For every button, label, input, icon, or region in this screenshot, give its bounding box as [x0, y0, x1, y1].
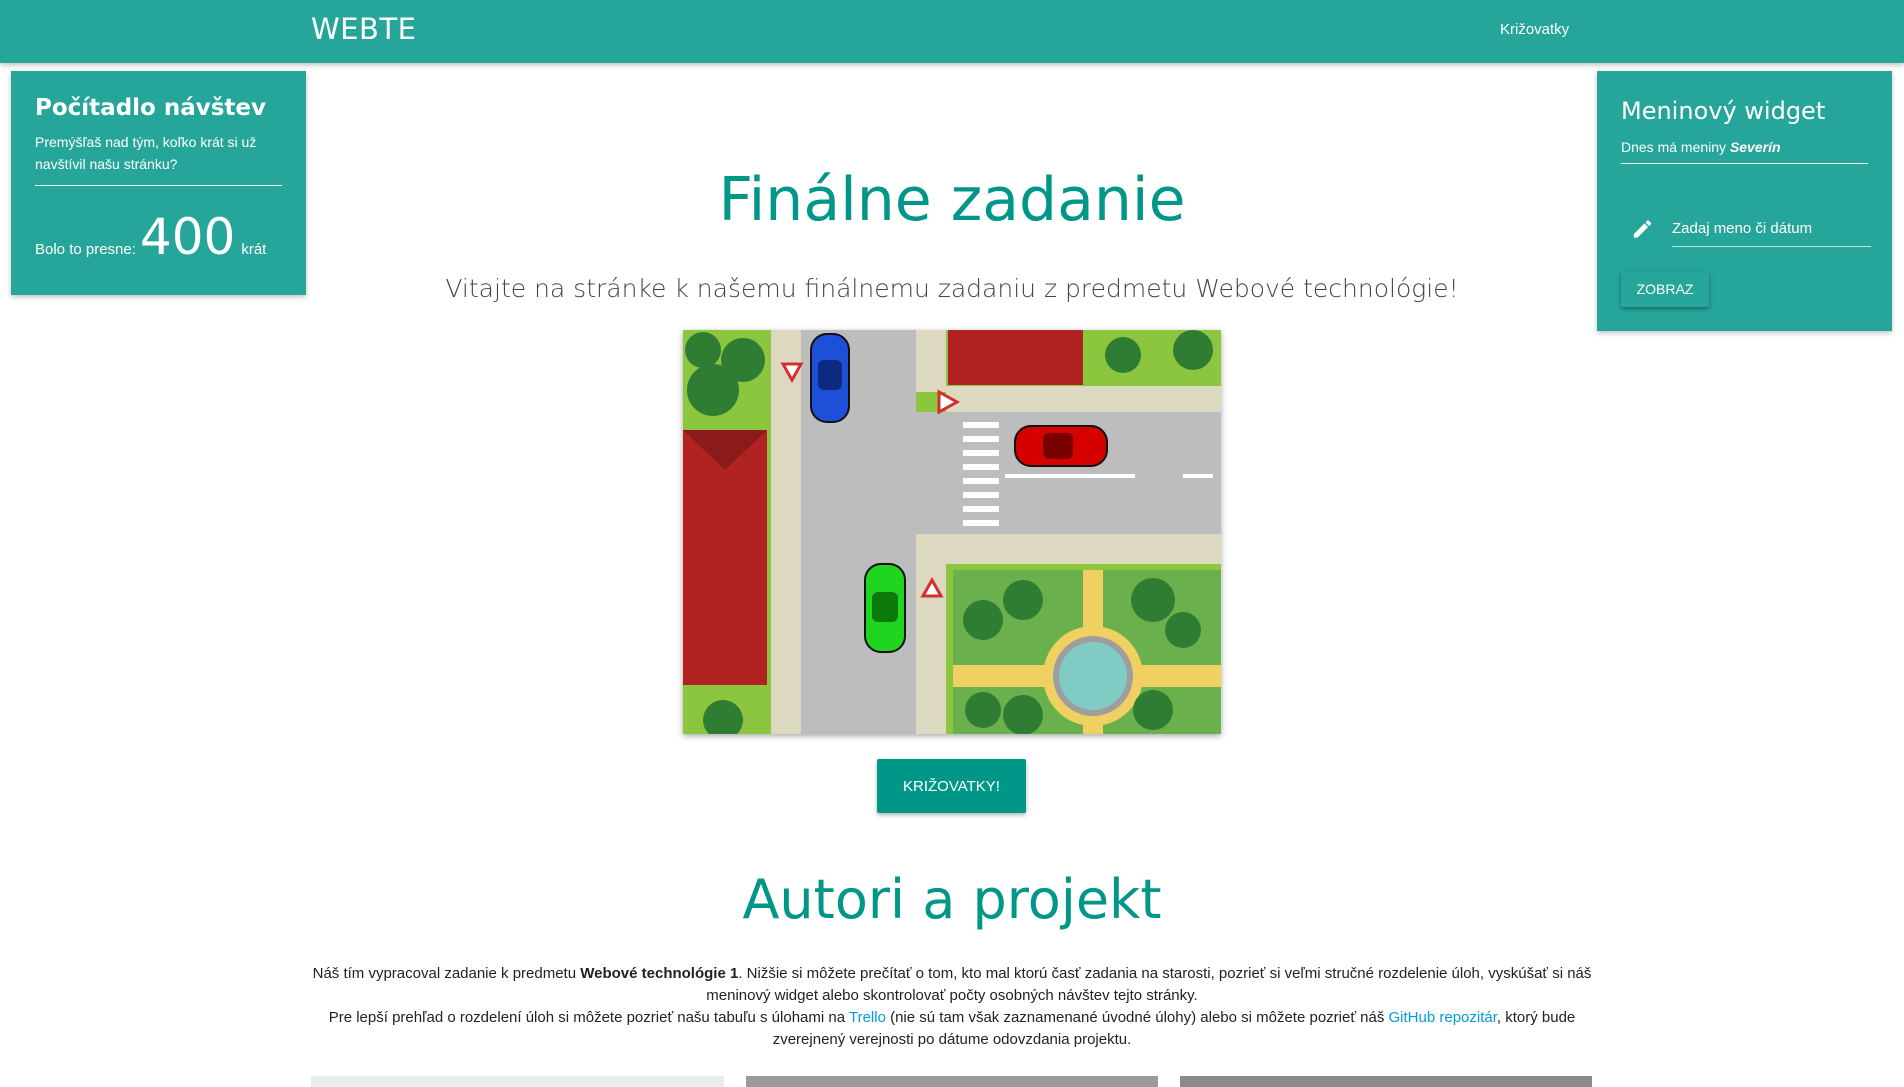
today-name-day: Dnes má meniny Severín — [1621, 139, 1868, 164]
github-link[interactable]: GitHub repozitár — [1389, 1009, 1497, 1026]
about-p1-course: Webové technológie 1 — [580, 965, 739, 982]
blue-car-icon — [810, 333, 850, 423]
page-subtitle: Vitajte na stránke k našemu finálnemu za… — [445, 274, 1459, 303]
today-prefix: Dnes má meniny — [1621, 139, 1727, 155]
counter-prefix: Bolo to presne: — [35, 241, 136, 258]
trello-link[interactable]: Trello — [849, 1009, 886, 1026]
about-title: Autori a projekt — [742, 868, 1162, 931]
top-navbar: WEBTE Križovatky — [0, 0, 1904, 63]
about-p2-middle: (nie sú tam však zaznamenané úvodné úloh… — [885, 1009, 1389, 1026]
about-p1-after: . Nižšie si môžete prečítať o tom, kto m… — [706, 965, 1592, 1004]
brand-logo[interactable]: WEBTE — [311, 12, 416, 46]
intersection-illustration — [683, 330, 1221, 734]
about-paragraph: Náš tím vypracoval zadanie k predmetu We… — [311, 963, 1593, 1051]
about-p2-before: Pre lepší prehľad o rozdelení úloh si mô… — [328, 1009, 849, 1026]
page-title: Finálne zadanie — [718, 165, 1186, 235]
about-p1-before: Náš tím vypracoval zadanie k predmetu — [312, 965, 581, 982]
author-card-2 — [746, 1076, 1158, 1087]
intersections-button[interactable]: KRIŽOVATKY! — [877, 759, 1026, 813]
red-car-icon — [1014, 425, 1108, 467]
today-name: Severín — [1729, 139, 1781, 155]
green-car-icon — [864, 563, 906, 653]
names-widget-title: Meninový widget — [1621, 97, 1826, 125]
nav-link-krizovatky[interactable]: Križovatky — [1500, 21, 1569, 38]
author-card-3 — [1180, 1076, 1592, 1087]
counter-suffix: krát — [241, 241, 267, 258]
counter-title: Počítadlo návštev — [35, 95, 267, 121]
author-card-1 — [311, 1076, 724, 1087]
